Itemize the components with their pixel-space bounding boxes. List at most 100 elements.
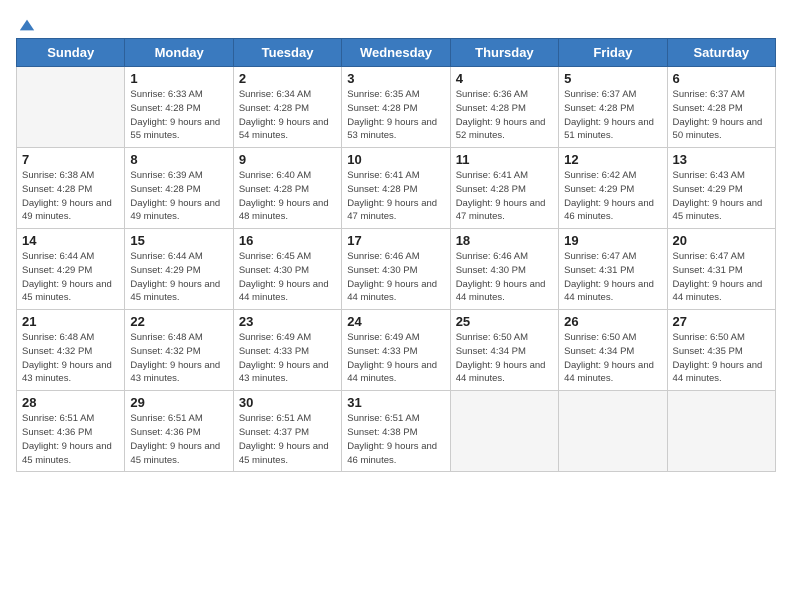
calendar-cell xyxy=(559,391,667,472)
day-info: Sunrise: 6:40 AM Sunset: 4:28 PM Dayligh… xyxy=(239,169,336,224)
calendar-cell: 1 Sunrise: 6:33 AM Sunset: 4:28 PM Dayli… xyxy=(125,67,233,148)
day-info: Sunrise: 6:44 AM Sunset: 4:29 PM Dayligh… xyxy=(22,250,119,305)
day-number: 27 xyxy=(673,314,770,329)
day-info: Sunrise: 6:41 AM Sunset: 4:28 PM Dayligh… xyxy=(456,169,553,224)
day-info: Sunrise: 6:50 AM Sunset: 4:34 PM Dayligh… xyxy=(456,331,553,386)
day-info: Sunrise: 6:43 AM Sunset: 4:29 PM Dayligh… xyxy=(673,169,770,224)
calendar-row: 21 Sunrise: 6:48 AM Sunset: 4:32 PM Dayl… xyxy=(17,310,776,391)
day-info: Sunrise: 6:47 AM Sunset: 4:31 PM Dayligh… xyxy=(673,250,770,305)
day-number: 25 xyxy=(456,314,553,329)
calendar-row: 14 Sunrise: 6:44 AM Sunset: 4:29 PM Dayl… xyxy=(17,229,776,310)
day-info: Sunrise: 6:34 AM Sunset: 4:28 PM Dayligh… xyxy=(239,88,336,143)
calendar-cell: 23 Sunrise: 6:49 AM Sunset: 4:33 PM Dayl… xyxy=(233,310,341,391)
calendar-cell: 26 Sunrise: 6:50 AM Sunset: 4:34 PM Dayl… xyxy=(559,310,667,391)
calendar-cell: 13 Sunrise: 6:43 AM Sunset: 4:29 PM Dayl… xyxy=(667,148,775,229)
day-info: Sunrise: 6:41 AM Sunset: 4:28 PM Dayligh… xyxy=(347,169,444,224)
calendar-cell: 12 Sunrise: 6:42 AM Sunset: 4:29 PM Dayl… xyxy=(559,148,667,229)
calendar-cell: 22 Sunrise: 6:48 AM Sunset: 4:32 PM Dayl… xyxy=(125,310,233,391)
logo-icon xyxy=(18,16,36,34)
day-number: 3 xyxy=(347,71,444,86)
weekday-header-sunday: Sunday xyxy=(17,39,125,67)
calendar-row: 28 Sunrise: 6:51 AM Sunset: 4:36 PM Dayl… xyxy=(17,391,776,472)
day-number: 31 xyxy=(347,395,444,410)
calendar-cell: 5 Sunrise: 6:37 AM Sunset: 4:28 PM Dayli… xyxy=(559,67,667,148)
day-number: 13 xyxy=(673,152,770,167)
calendar-cell: 8 Sunrise: 6:39 AM Sunset: 4:28 PM Dayli… xyxy=(125,148,233,229)
day-number: 2 xyxy=(239,71,336,86)
day-info: Sunrise: 6:51 AM Sunset: 4:38 PM Dayligh… xyxy=(347,412,444,467)
calendar-cell: 18 Sunrise: 6:46 AM Sunset: 4:30 PM Dayl… xyxy=(450,229,558,310)
day-number: 17 xyxy=(347,233,444,248)
day-info: Sunrise: 6:45 AM Sunset: 4:30 PM Dayligh… xyxy=(239,250,336,305)
calendar-cell: 15 Sunrise: 6:44 AM Sunset: 4:29 PM Dayl… xyxy=(125,229,233,310)
day-info: Sunrise: 6:46 AM Sunset: 4:30 PM Dayligh… xyxy=(456,250,553,305)
day-number: 26 xyxy=(564,314,661,329)
calendar-cell: 4 Sunrise: 6:36 AM Sunset: 4:28 PM Dayli… xyxy=(450,67,558,148)
day-number: 15 xyxy=(130,233,227,248)
calendar-cell: 6 Sunrise: 6:37 AM Sunset: 4:28 PM Dayli… xyxy=(667,67,775,148)
day-number: 20 xyxy=(673,233,770,248)
weekday-header-tuesday: Tuesday xyxy=(233,39,341,67)
day-number: 4 xyxy=(456,71,553,86)
calendar-cell: 24 Sunrise: 6:49 AM Sunset: 4:33 PM Dayl… xyxy=(342,310,450,391)
day-number: 30 xyxy=(239,395,336,410)
calendar-row: 1 Sunrise: 6:33 AM Sunset: 4:28 PM Dayli… xyxy=(17,67,776,148)
day-number: 23 xyxy=(239,314,336,329)
day-info: Sunrise: 6:33 AM Sunset: 4:28 PM Dayligh… xyxy=(130,88,227,143)
day-info: Sunrise: 6:36 AM Sunset: 4:28 PM Dayligh… xyxy=(456,88,553,143)
calendar-cell: 31 Sunrise: 6:51 AM Sunset: 4:38 PM Dayl… xyxy=(342,391,450,472)
calendar-cell: 21 Sunrise: 6:48 AM Sunset: 4:32 PM Dayl… xyxy=(17,310,125,391)
calendar-cell: 11 Sunrise: 6:41 AM Sunset: 4:28 PM Dayl… xyxy=(450,148,558,229)
day-number: 29 xyxy=(130,395,227,410)
day-number: 11 xyxy=(456,152,553,167)
calendar-cell: 30 Sunrise: 6:51 AM Sunset: 4:37 PM Dayl… xyxy=(233,391,341,472)
day-info: Sunrise: 6:39 AM Sunset: 4:28 PM Dayligh… xyxy=(130,169,227,224)
day-number: 18 xyxy=(456,233,553,248)
calendar-cell: 9 Sunrise: 6:40 AM Sunset: 4:28 PM Dayli… xyxy=(233,148,341,229)
day-number: 16 xyxy=(239,233,336,248)
day-info: Sunrise: 6:37 AM Sunset: 4:28 PM Dayligh… xyxy=(673,88,770,143)
calendar-table: SundayMondayTuesdayWednesdayThursdayFrid… xyxy=(16,38,776,472)
day-number: 6 xyxy=(673,71,770,86)
day-number: 22 xyxy=(130,314,227,329)
day-info: Sunrise: 6:48 AM Sunset: 4:32 PM Dayligh… xyxy=(22,331,119,386)
weekday-header-row: SundayMondayTuesdayWednesdayThursdayFrid… xyxy=(17,39,776,67)
weekday-header-monday: Monday xyxy=(125,39,233,67)
calendar-cell: 17 Sunrise: 6:46 AM Sunset: 4:30 PM Dayl… xyxy=(342,229,450,310)
day-number: 8 xyxy=(130,152,227,167)
day-info: Sunrise: 6:47 AM Sunset: 4:31 PM Dayligh… xyxy=(564,250,661,305)
day-info: Sunrise: 6:51 AM Sunset: 4:36 PM Dayligh… xyxy=(22,412,119,467)
calendar-cell: 20 Sunrise: 6:47 AM Sunset: 4:31 PM Dayl… xyxy=(667,229,775,310)
day-info: Sunrise: 6:35 AM Sunset: 4:28 PM Dayligh… xyxy=(347,88,444,143)
day-info: Sunrise: 6:48 AM Sunset: 4:32 PM Dayligh… xyxy=(130,331,227,386)
calendar-cell xyxy=(450,391,558,472)
calendar-cell: 7 Sunrise: 6:38 AM Sunset: 4:28 PM Dayli… xyxy=(17,148,125,229)
day-info: Sunrise: 6:51 AM Sunset: 4:37 PM Dayligh… xyxy=(239,412,336,467)
day-number: 1 xyxy=(130,71,227,86)
calendar-cell xyxy=(17,67,125,148)
day-number: 10 xyxy=(347,152,444,167)
day-info: Sunrise: 6:44 AM Sunset: 4:29 PM Dayligh… xyxy=(130,250,227,305)
calendar-cell: 14 Sunrise: 6:44 AM Sunset: 4:29 PM Dayl… xyxy=(17,229,125,310)
logo xyxy=(16,16,36,30)
day-info: Sunrise: 6:49 AM Sunset: 4:33 PM Dayligh… xyxy=(239,331,336,386)
calendar-cell: 3 Sunrise: 6:35 AM Sunset: 4:28 PM Dayli… xyxy=(342,67,450,148)
weekday-header-wednesday: Wednesday xyxy=(342,39,450,67)
weekday-header-saturday: Saturday xyxy=(667,39,775,67)
calendar-cell: 28 Sunrise: 6:51 AM Sunset: 4:36 PM Dayl… xyxy=(17,391,125,472)
day-info: Sunrise: 6:37 AM Sunset: 4:28 PM Dayligh… xyxy=(564,88,661,143)
calendar-cell: 2 Sunrise: 6:34 AM Sunset: 4:28 PM Dayli… xyxy=(233,67,341,148)
day-number: 7 xyxy=(22,152,119,167)
day-info: Sunrise: 6:51 AM Sunset: 4:36 PM Dayligh… xyxy=(130,412,227,467)
calendar-cell: 25 Sunrise: 6:50 AM Sunset: 4:34 PM Dayl… xyxy=(450,310,558,391)
calendar-cell: 16 Sunrise: 6:45 AM Sunset: 4:30 PM Dayl… xyxy=(233,229,341,310)
day-number: 24 xyxy=(347,314,444,329)
day-info: Sunrise: 6:42 AM Sunset: 4:29 PM Dayligh… xyxy=(564,169,661,224)
day-number: 5 xyxy=(564,71,661,86)
calendar-cell: 29 Sunrise: 6:51 AM Sunset: 4:36 PM Dayl… xyxy=(125,391,233,472)
day-info: Sunrise: 6:46 AM Sunset: 4:30 PM Dayligh… xyxy=(347,250,444,305)
day-number: 21 xyxy=(22,314,119,329)
calendar-cell: 10 Sunrise: 6:41 AM Sunset: 4:28 PM Dayl… xyxy=(342,148,450,229)
day-number: 9 xyxy=(239,152,336,167)
weekday-header-thursday: Thursday xyxy=(450,39,558,67)
